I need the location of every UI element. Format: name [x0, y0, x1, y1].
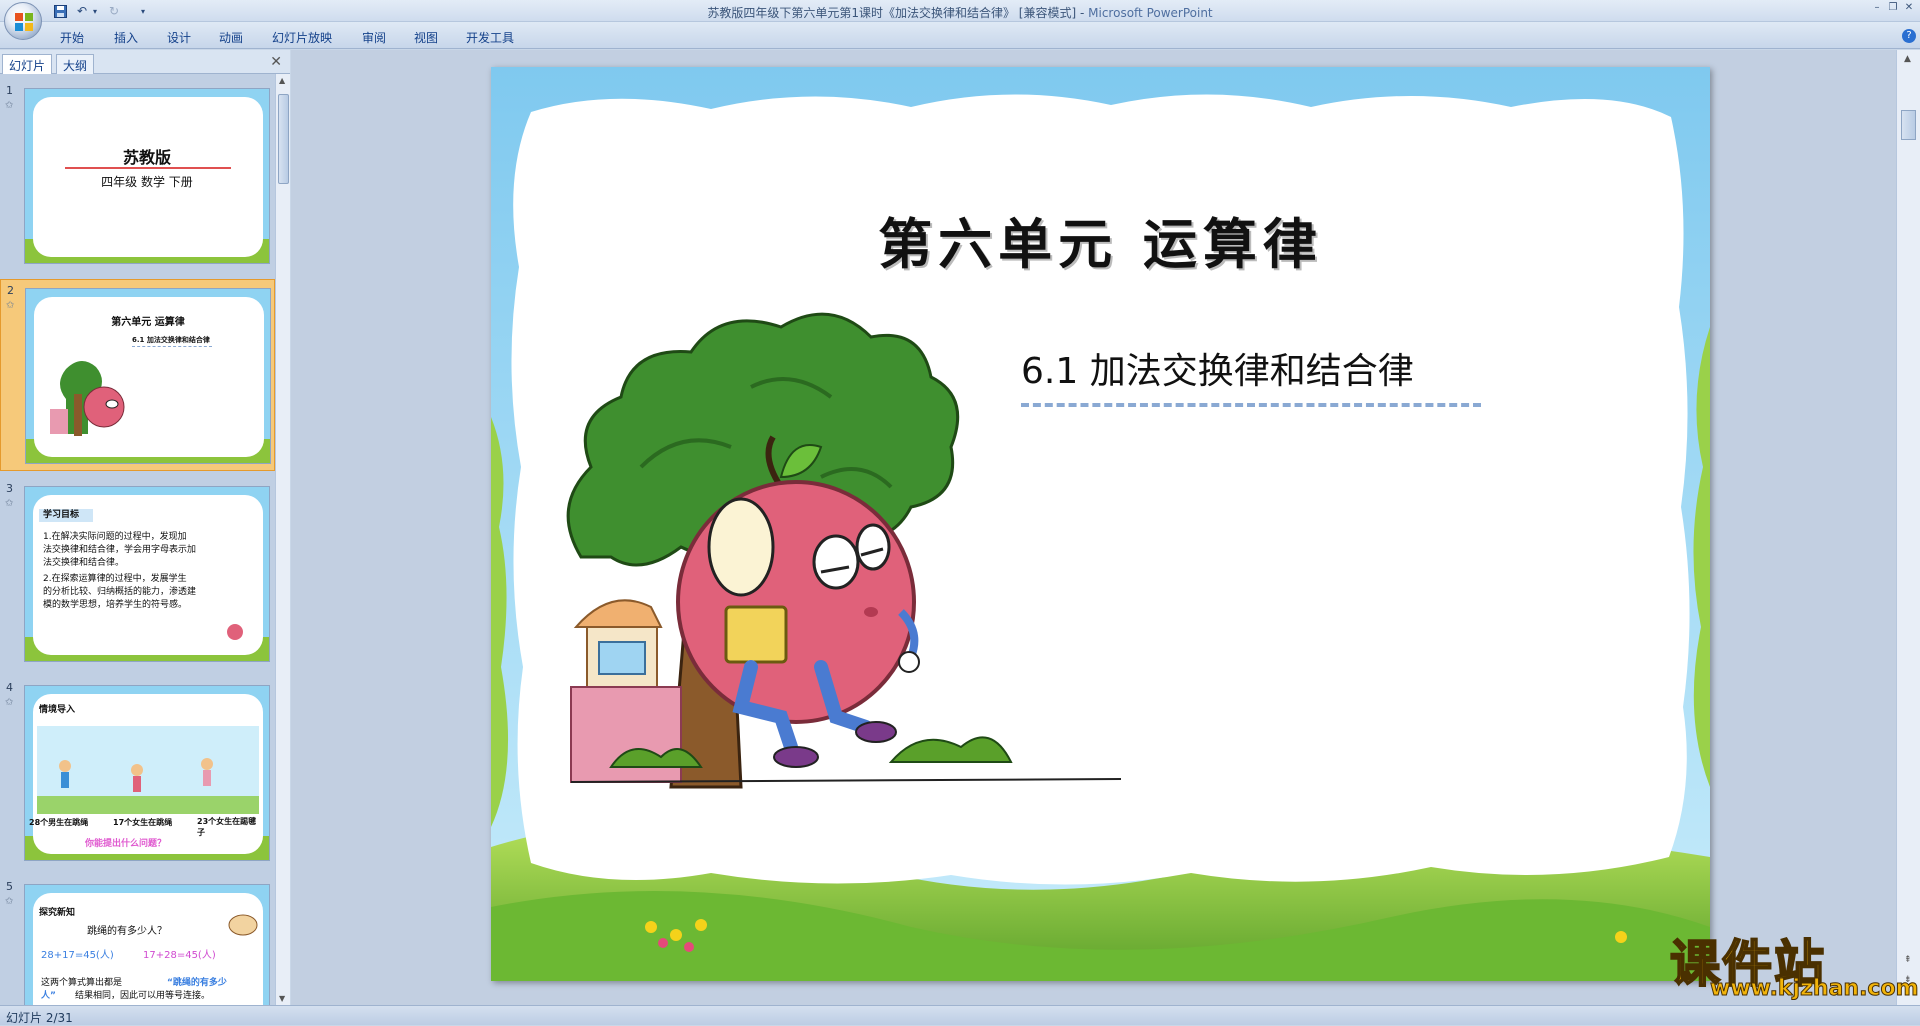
tab-animations[interactable]: 动画 — [219, 29, 243, 46]
tab-insert[interactable]: 插入 — [114, 29, 138, 46]
slide-thumbnail[interactable]: 探究新知 跳绳的有多少人？ 28+17=45(人) 17+28=45(人) 这两… — [24, 884, 270, 1005]
lesson-title-underline — [1021, 403, 1481, 407]
slide-thumbnail[interactable]: 学习目标 1.在解决实际问题的过程中，发现加 法交换律和结合律，学会用字母表示加… — [24, 486, 270, 662]
slide-editor-area: 第六单元 运算律 6.1 加法交换律和结合律 — [291, 50, 1896, 1005]
tab-view[interactable]: 视图 — [414, 29, 438, 46]
window-title: 苏教版四年级下第六单元第1课时《加法交换律和结合律》 [兼容模式] - Micr… — [707, 6, 1213, 20]
pane-tabs: 幻灯片 大纲 ✕ — [0, 50, 290, 74]
thumb-line: 1.在解决实际问题的过程中，发现加 — [43, 532, 187, 542]
thumbnail-list: 1 ✩ 苏教版 四年级 数学 下册 2 ✩ 第六单元 运算律 6.1 加法交换律… — [0, 74, 275, 1005]
thumb-question: 跳绳的有多少人？ — [87, 926, 167, 937]
thumb-highlight: “跳绳的有多少 — [167, 978, 227, 988]
tab-outline[interactable]: 大纲 — [56, 54, 95, 74]
slide-counter: 幻灯片 2/31 — [6, 1011, 73, 1025]
thumb-title: 苏教版 — [122, 148, 171, 167]
animation-star-icon: ✩ — [5, 697, 14, 708]
thumb-line: 人” — [41, 991, 56, 1001]
tab-developer[interactable]: 开发工具 — [466, 29, 514, 46]
animation-star-icon: ✩ — [6, 300, 15, 311]
close-pane-icon[interactable]: ✕ — [270, 54, 282, 70]
close-button[interactable]: ✕ — [1902, 2, 1916, 14]
title-bar: ↶ ▾ ↻ ▾ 苏教版四年级下第六单元第1课时《加法交换律和结合律》 [兼容模式… — [0, 0, 1920, 22]
thumb-line: 结果相同，因此可以用等号连接。 — [75, 991, 211, 1001]
thumb-line: 模的数学思想，培养学生的符号感。 — [43, 600, 188, 610]
tab-slideshow[interactable]: 幻灯片放映 — [272, 29, 332, 46]
thumbnail-row[interactable]: 5 ✩ 探究新知 跳绳的有多少人？ 28+17=45(人) 17+28=45(人… — [0, 876, 275, 1005]
current-slide[interactable]: 第六单元 运算律 6.1 加法交换律和结合律 — [491, 67, 1710, 981]
thumb-line: 法交换律和结合律，学会用字母表示加 — [43, 545, 197, 555]
thumbnail-row[interactable]: 1 ✩ 苏教版 四年级 数学 下册 — [0, 80, 275, 272]
thumb-line: 2.在探索运算律的过程中，发展学生 — [43, 574, 187, 584]
thumb-heading: 学习目标 — [43, 510, 80, 520]
unit-title[interactable]: 第六单元 运算律 — [491, 200, 1710, 279]
animation-star-icon: ✩ — [5, 498, 14, 509]
title-underline — [65, 167, 231, 169]
scrollbar-thumb[interactable] — [1901, 110, 1916, 140]
slide-scrollbar[interactable]: ▲ ⇞ ⇟ — [1896, 50, 1920, 1005]
thumb-heading: 探究新知 — [39, 908, 76, 918]
scroll-up-icon[interactable]: ▲ — [279, 76, 285, 85]
office-logo-icon — [15, 13, 33, 31]
slide-thumbnail[interactable]: 情境导入 28个男生在跳绳 17个女生在跳绳 23个女生在踢毽子 你能提出什么问… — [24, 685, 270, 861]
scroll-down-icon[interactable]: ▼ — [279, 994, 285, 1003]
thumb-subtitle: 四年级 数学 下册 — [101, 175, 193, 189]
thumb-caption: 28个男生在跳绳 — [29, 818, 89, 827]
watermark-url: www.kjzhan.com — [1710, 976, 1920, 1002]
thumb-heading: 情境导入 — [39, 705, 76, 715]
restore-button[interactable]: ❐ — [1886, 2, 1900, 14]
thumb-equation: 28+17=45(人) — [41, 950, 114, 961]
thumb-dash — [132, 346, 212, 347]
slide-number: 3 — [6, 482, 13, 495]
tab-home[interactable]: 开始 — [60, 29, 84, 46]
tab-review[interactable]: 审阅 — [362, 29, 386, 46]
thumb-line: 法交换律和结合律。 — [43, 558, 125, 568]
thumb-caption: 23个女生在踢毽子 — [197, 817, 257, 837]
scrollbar-thumb[interactable] — [278, 94, 289, 184]
animation-star-icon: ✩ — [5, 896, 14, 907]
ribbon-tabs: 开始 插入 设计 动画 幻灯片放映 审阅 视图 开发工具 ? — [0, 22, 1920, 49]
watermark-logo: 课件站 www.kjzhan.com — [1669, 924, 1919, 1004]
help-icon[interactable]: ? — [1902, 29, 1916, 43]
thumb-subtitle: 6.1 加法交换律和结合律 — [132, 336, 210, 344]
thumb-line: 这两个算式算出都是 — [41, 978, 123, 988]
thumb-question: 你能提出什么问题？ — [85, 839, 167, 849]
slides-pane: 幻灯片 大纲 ✕ 1 ✩ 苏教版 四年级 数学 下册 2 ✩ 第六单元 运算律 … — [0, 50, 290, 1005]
slide-number: 2 — [7, 284, 14, 297]
slide-number: 5 — [6, 880, 13, 893]
thumb-line: 的分析比较、归纳概括的能力，渗透建 — [43, 587, 197, 597]
office-button[interactable] — [4, 2, 42, 40]
status-bar: 幻灯片 2/31 — [0, 1005, 1920, 1025]
thumbnail-row[interactable]: 4 ✩ 情境导入 28个男生在跳绳 17个女生在跳绳 23个女生在踢毽子 你能提… — [0, 677, 275, 869]
slide-thumbnail[interactable]: 第六单元 运算律 6.1 加法交换律和结合律 — [25, 288, 271, 464]
lesson-title[interactable]: 6.1 加法交换律和结合律 — [1021, 342, 1414, 394]
tab-slides[interactable]: 幻灯片 — [2, 54, 53, 74]
slide-number: 4 — [6, 681, 13, 694]
thumb-title: 第六单元 运算律 — [111, 317, 185, 328]
thumbnail-row[interactable]: 3 ✩ 学习目标 1.在解决实际问题的过程中，发现加 法交换律和结合律，学会用字… — [0, 478, 275, 670]
animation-star-icon: ✩ — [5, 100, 14, 111]
scroll-up-icon[interactable]: ▲ — [1904, 54, 1911, 64]
thumbnail-scrollbar[interactable]: ▲ ▼ — [275, 74, 290, 1005]
thumb-caption: 17个女生在跳绳 — [113, 818, 173, 827]
tab-design[interactable]: 设计 — [167, 29, 191, 46]
slide-thumbnail[interactable]: 苏教版 四年级 数学 下册 — [24, 88, 270, 264]
slide-number: 1 — [6, 84, 13, 97]
thumb-equation: 17+28=45(人) — [143, 950, 216, 961]
minimize-button[interactable]: – — [1870, 2, 1884, 14]
thumbnail-row-selected[interactable]: 2 ✩ 第六单元 运算律 6.1 加法交换律和结合律 — [0, 279, 275, 471]
